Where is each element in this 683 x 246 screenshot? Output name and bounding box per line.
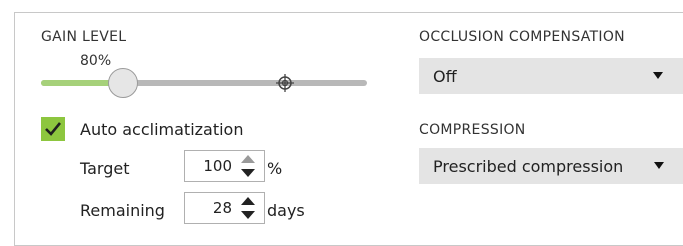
gain-level-value: 80% <box>80 53 112 69</box>
gain-slider-thumb[interactable] <box>108 68 138 98</box>
occlusion-compensation-label: OCCLUSION COMPENSATION <box>419 29 625 45</box>
triangle-up-icon[interactable] <box>236 193 260 208</box>
compression-dropdown[interactable]: Prescribed compression <box>419 148 683 184</box>
target-value[interactable]: 100 <box>203 157 232 175</box>
remaining-value[interactable]: 28 <box>213 199 232 217</box>
remaining-label: Remaining <box>80 201 165 220</box>
caret-down-icon <box>653 72 663 79</box>
target-unit: % <box>267 159 283 178</box>
gain-level-label: GAIN LEVEL <box>41 29 127 45</box>
remaining-unit: days <box>267 201 305 220</box>
target-label: Target <box>80 159 130 178</box>
compression-label: COMPRESSION <box>419 122 526 138</box>
occlusion-compensation-dropdown[interactable]: Off <box>419 58 683 94</box>
caret-down-icon <box>654 162 664 169</box>
triangle-down-icon[interactable] <box>236 208 260 223</box>
compression-selected-value: Prescribed compression <box>433 157 624 176</box>
remaining-stepper[interactable]: 28 <box>184 192 265 224</box>
auto-acclimatization-label: Auto acclimatization <box>80 120 244 139</box>
triangle-down-icon[interactable] <box>236 166 260 181</box>
crosshair-icon <box>276 74 294 92</box>
checkmark-icon <box>45 122 62 136</box>
auto-acclimatization-checkbox[interactable] <box>41 117 65 141</box>
target-stepper[interactable]: 100 <box>184 150 265 182</box>
triangle-up-icon[interactable] <box>236 151 260 166</box>
occlusion-selected-value: Off <box>433 67 457 86</box>
